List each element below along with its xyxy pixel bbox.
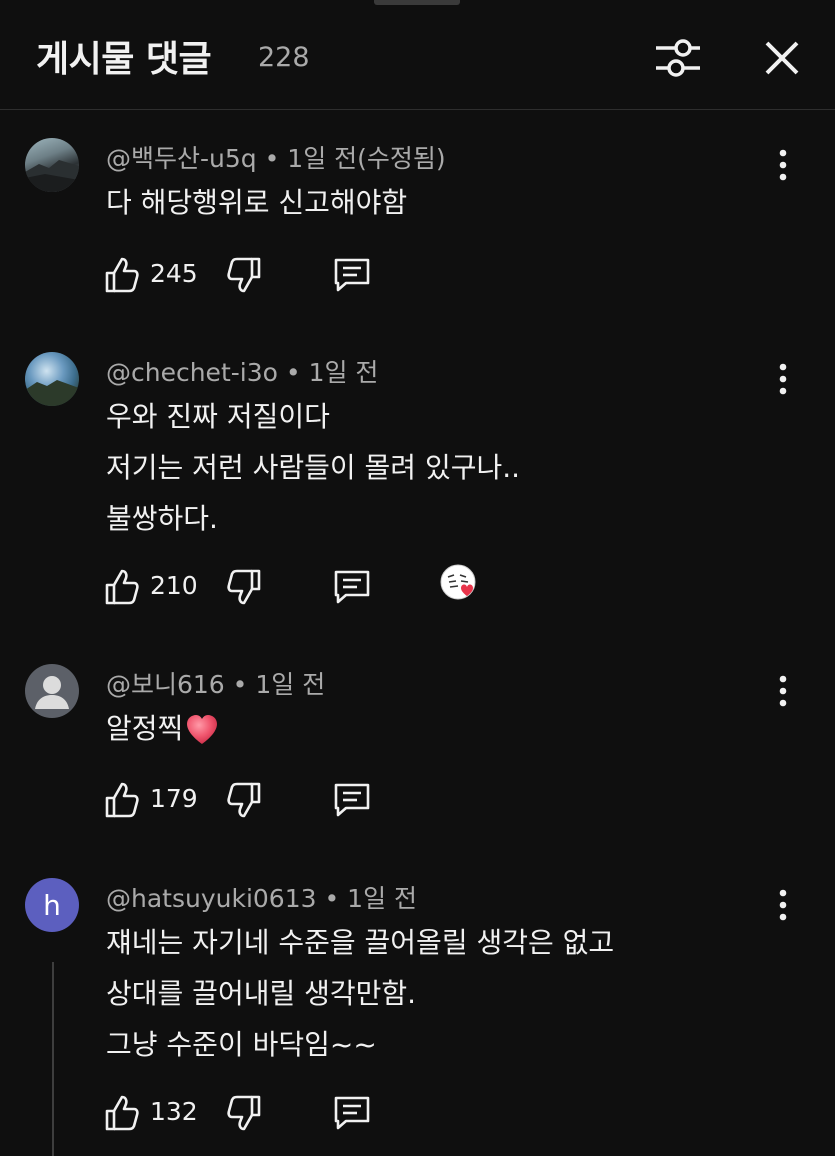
more-vertical-icon [779,149,787,181]
comment-line: 상대를 끌어내릴 생각만함. [106,977,417,1010]
thumbs-up-icon [105,569,139,605]
comment-line: 불쌍하다. [106,502,218,535]
like-count: 179 [150,784,198,813]
comment-author[interactable]: @hatsuyuki0613 [106,884,317,913]
reply-button[interactable] [332,781,372,819]
close-button[interactable] [758,34,806,82]
comment-author[interactable]: @백두산-u5q [106,144,257,173]
comment-actions: 179 [104,781,404,821]
comment-line: 다 해당행위로 신고해야함 [106,186,408,219]
comment-meta: @보니616 • 1일 전 [106,665,325,701]
creator-heart-icon [440,564,476,600]
comment-line: 우와 진짜 저질이다 [106,400,330,433]
like-button[interactable]: 179 [104,781,204,819]
reply-icon [334,570,370,604]
reply-button[interactable] [332,1094,372,1132]
more-vertical-icon [779,363,787,395]
thumbs-down-icon [227,1095,261,1131]
dislike-button[interactable] [226,568,266,606]
like-button[interactable]: 132 [104,1094,204,1132]
comment-time: 1일 전 [255,670,326,699]
like-count: 210 [150,571,198,600]
page-title: 게시물 댓글 [36,39,212,80]
like-button[interactable]: 210 [104,568,204,606]
comment-body: 쟤네는 자기네 수준을 끌어올릴 생각은 없고 상대를 끌어내릴 생각만함. 그… [106,925,614,1078]
comment-author[interactable]: @보니616 [106,670,225,699]
comment-time: 1일 전 [308,358,379,387]
comment-actions: 132 [104,1094,404,1134]
thumbs-down-icon [227,782,261,818]
reply-icon [334,783,370,817]
comment-line: 저기는 저런 사람들이 몰려 있구나.. [106,451,521,484]
thumbs-up-icon [105,257,139,293]
like-count: 132 [150,1097,198,1126]
avatar[interactable]: h [25,878,79,932]
close-icon [765,41,799,75]
comment-item: @chechet-i3o • 1일 전 우와 진짜 저질이다 저기는 저런 사람… [0,352,835,612]
dislike-button[interactable] [226,781,266,819]
meta-separator: • [316,884,348,913]
comment-line: 알정찍 [106,711,219,762]
dislike-button[interactable] [226,256,266,294]
comment-item: h @hatsuyuki0613 • 1일 전 쟤네는 자기네 수준을 끌어올릴… [0,878,835,1148]
reply-icon [334,1096,370,1130]
comment-item: @보니616 • 1일 전 알정찍 179 [0,664,835,824]
comment-meta: @hatsuyuki0613 • 1일 전 [106,879,417,915]
thumbs-down-icon [227,569,261,605]
comment-item: @백두산-u5q • 1일 전(수정됨) 다 해당행위로 신고해야함 245 [0,138,835,298]
comment-actions: 245 [104,256,404,296]
avatar-letter: h [43,888,61,922]
comments-header: 게시물 댓글 228 [0,0,835,110]
more-options-button[interactable] [768,888,798,922]
meta-separator: • [277,358,309,387]
comment-body: 우와 진짜 저질이다 저기는 저런 사람들이 몰려 있구나.. 불쌍하다. [106,399,520,552]
comment-meta: @chechet-i3o • 1일 전 [106,353,378,389]
thumbs-up-icon [105,1095,139,1131]
like-count: 245 [150,259,198,288]
more-options-button[interactable] [768,674,798,708]
like-button[interactable]: 245 [104,256,204,294]
comment-author[interactable]: @chechet-i3o [106,358,278,387]
reply-button[interactable] [332,568,372,606]
comment-line: 쟤네는 자기네 수준을 끌어올릴 생각은 없고 [106,926,615,959]
comment-actions: 210 [104,564,504,608]
more-vertical-icon [779,675,787,707]
comment-meta: @백두산-u5q • 1일 전(수정됨) [106,139,446,175]
dislike-button[interactable] [226,1094,266,1132]
reply-button[interactable] [332,256,372,294]
comment-body: 알정찍 [106,711,219,762]
more-vertical-icon [779,889,787,921]
sliders-icon [656,39,700,77]
meta-separator: • [224,670,256,699]
avatar[interactable] [25,138,79,192]
avatar[interactable] [25,352,79,406]
comment-time: 1일 전 [347,884,418,913]
more-options-button[interactable] [768,148,798,182]
comment-time: 1일 전(수정됨) [287,144,446,173]
comment-body: 다 해당행위로 신고해야함 [106,185,407,236]
comment-text: 알정찍 [106,712,184,745]
comment-count: 228 [258,42,310,73]
filter-button[interactable] [652,34,704,82]
thumbs-up-icon [105,782,139,818]
comment-line: 그냥 수준이 바닥임~~ [106,1028,377,1061]
meta-separator: • [256,144,288,173]
more-options-button[interactable] [768,362,798,396]
thumbs-down-icon [227,257,261,293]
default-avatar-icon [35,676,69,709]
heart-emoji-icon [187,715,218,744]
creator-heart-badge [440,564,480,604]
avatar[interactable] [25,664,79,718]
reply-icon [334,258,370,292]
